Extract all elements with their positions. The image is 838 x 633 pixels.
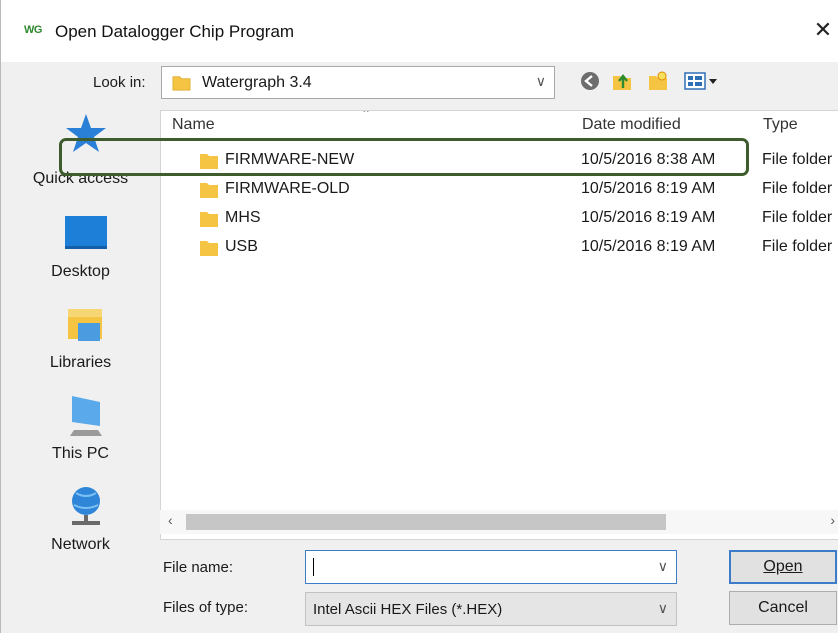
file-name: FIRMWARE-OLD — [225, 180, 350, 197]
horizontal-scrollbar[interactable]: ‹ › — [160, 510, 838, 534]
file-name-input[interactable]: ∨ — [305, 550, 677, 584]
highlight-annotation — [59, 138, 749, 176]
file-date: 10/5/2016 8:19 AM — [581, 209, 716, 226]
scrollbar-thumb[interactable] — [186, 514, 666, 530]
window-title: Open Datalogger Chip Program — [55, 22, 295, 41]
open-button-label: Open — [763, 558, 803, 575]
place-label: Libraries — [49, 354, 112, 371]
table-row[interactable]: FIRMWARE-OLD 10/5/2016 8:19 AM File fold… — [161, 176, 838, 204]
folder-icon — [172, 76, 191, 91]
file-type: File folder — [762, 180, 833, 197]
file-type: File folder — [762, 209, 833, 226]
file-type: File folder — [762, 151, 833, 168]
look-in-value: Watergraph 3.4 — [202, 74, 312, 91]
computer-icon — [70, 396, 102, 436]
sort-caret-icon: ⌃ — [361, 110, 372, 121]
scroll-left-icon[interactable]: ‹ — [168, 512, 173, 528]
places-bar: Quick access Desktop Libraries This PC N… — [2, 110, 159, 610]
file-name: MHS — [225, 209, 261, 226]
close-button[interactable]: ✕ — [807, 14, 838, 46]
file-name: USB — [225, 238, 258, 255]
place-label: This PC — [52, 445, 109, 462]
view-menu-icon[interactable] — [683, 70, 723, 92]
desktop-icon — [65, 216, 107, 249]
look-in-label: Look in: — [93, 74, 146, 91]
chevron-down-icon[interactable]: ∨ — [658, 558, 668, 575]
scroll-right-icon[interactable]: › — [830, 512, 835, 528]
table-row[interactable]: MHS 10/5/2016 8:19 AM File folder — [161, 205, 838, 233]
title-bar: WG Open Datalogger Chip Program ✕ — [1, 0, 838, 62]
network-icon — [72, 487, 100, 525]
file-type: File folder — [762, 238, 833, 255]
table-row[interactable]: USB 10/5/2016 8:19 AM File folder — [161, 234, 838, 262]
place-libraries[interactable]: Libraries — [2, 301, 159, 391]
app-logo: WG — [24, 24, 42, 36]
column-header-date[interactable]: Date modified — [582, 116, 681, 134]
folder-icon — [200, 241, 218, 256]
folder-icon — [200, 183, 218, 198]
chevron-down-icon: ∨ — [657, 600, 668, 616]
file-type-dropdown[interactable]: Intel Ascii HEX Files (*.HEX) ∨ — [305, 592, 677, 626]
place-this-pc[interactable]: This PC — [2, 392, 159, 482]
back-icon[interactable] — [579, 70, 601, 92]
place-label: Desktop — [51, 263, 110, 280]
place-label: Network — [51, 536, 110, 553]
folder-icon — [200, 212, 218, 227]
file-type-value: Intel Ascii HEX Files (*.HEX) — [313, 601, 503, 618]
cancel-button[interactable]: Cancel — [729, 591, 837, 625]
new-folder-icon[interactable] — [647, 70, 669, 92]
open-button[interactable]: Open — [729, 550, 837, 584]
libraries-icon — [68, 309, 102, 341]
place-desktop[interactable]: Desktop — [2, 210, 159, 300]
cancel-button-label: Cancel — [758, 599, 808, 616]
file-date: 10/5/2016 8:19 AM — [581, 238, 716, 255]
text-caret — [313, 558, 314, 576]
open-file-dialog: WG Open Datalogger Chip Program ✕ Look i… — [0, 0, 838, 633]
file-type-label: Files of type: — [163, 599, 249, 616]
file-name-label: File name: — [163, 559, 234, 576]
column-header-name[interactable]: Name — [172, 116, 215, 134]
file-date: 10/5/2016 8:19 AM — [581, 180, 716, 197]
up-folder-icon[interactable] — [611, 70, 633, 92]
place-network[interactable]: Network — [2, 483, 159, 573]
chevron-down-icon: ∨ — [535, 73, 546, 89]
look-in-dropdown[interactable]: Watergraph 3.4 ∨ — [161, 66, 555, 99]
column-header-type[interactable]: Type — [763, 116, 798, 134]
